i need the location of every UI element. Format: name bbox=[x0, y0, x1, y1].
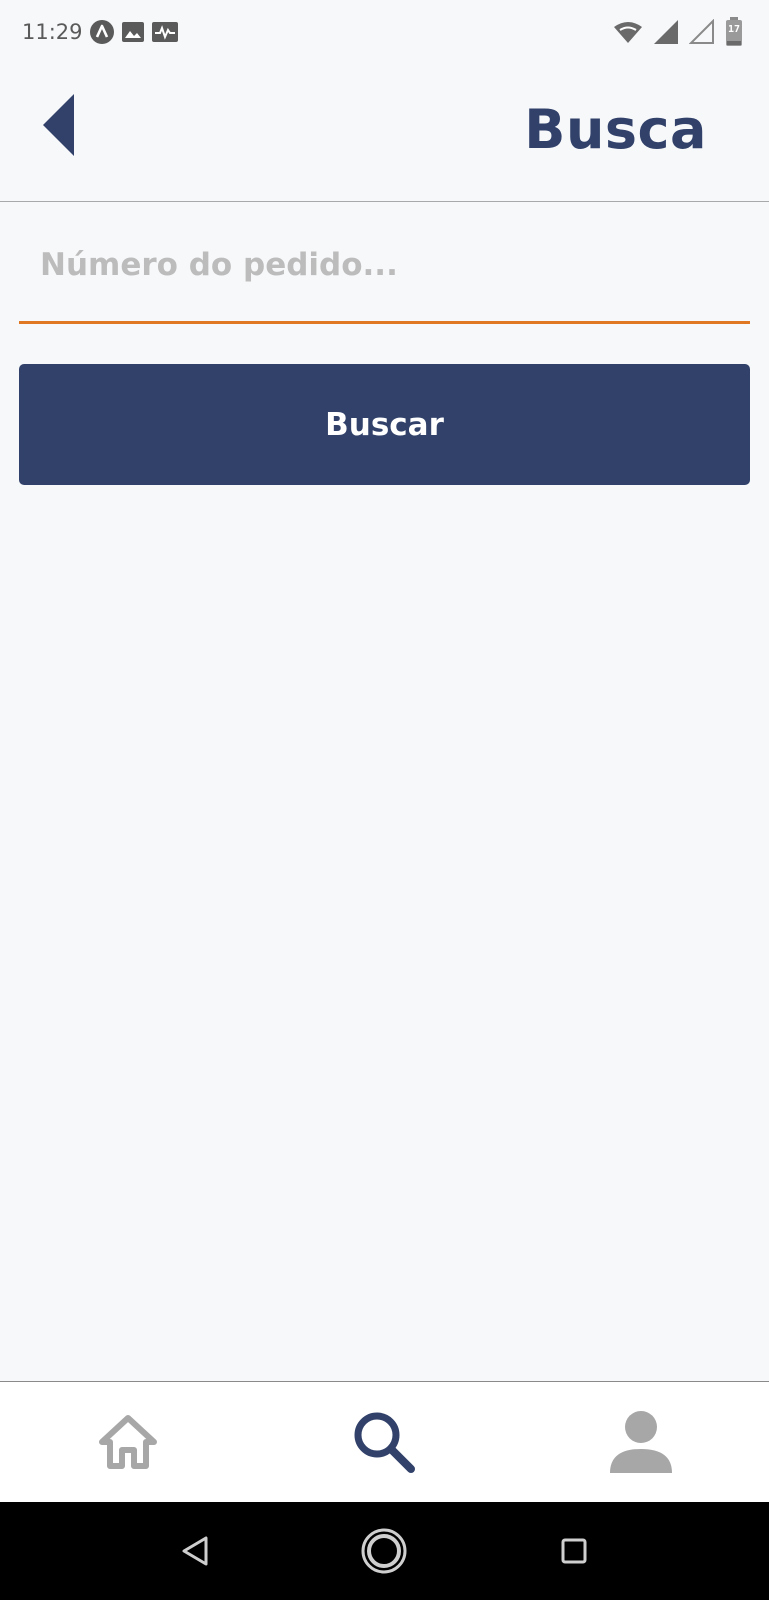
nav-item-search[interactable] bbox=[324, 1392, 444, 1492]
signal-icon bbox=[654, 20, 678, 44]
bottom-nav bbox=[0, 1381, 769, 1502]
back-button[interactable] bbox=[38, 92, 82, 158]
status-time: 11:29 bbox=[22, 20, 83, 44]
system-back-button[interactable] bbox=[155, 1511, 235, 1591]
system-back-icon bbox=[182, 1536, 208, 1566]
status-bar: 11:29 17 bbox=[0, 0, 769, 64]
search-icon bbox=[354, 1412, 416, 1473]
system-recents-button[interactable] bbox=[534, 1511, 614, 1591]
app-header: Busca bbox=[0, 64, 769, 202]
system-home-button[interactable] bbox=[344, 1511, 424, 1591]
status-notification-icons bbox=[89, 19, 179, 45]
system-recents-icon bbox=[561, 1538, 587, 1564]
home-icon bbox=[99, 1415, 158, 1469]
back-arrow-icon bbox=[43, 94, 74, 156]
status-system-icons: 17 bbox=[613, 17, 743, 47]
order-number-input[interactable] bbox=[19, 226, 750, 324]
signal-empty-icon bbox=[689, 19, 714, 44]
status-left: 11:29 bbox=[22, 19, 179, 45]
battery-level: 17 bbox=[727, 24, 741, 35]
system-nav-bar bbox=[0, 1502, 769, 1600]
activity-icon bbox=[151, 22, 178, 42]
app-notification-icon bbox=[89, 20, 114, 44]
nav-item-profile[interactable] bbox=[581, 1392, 701, 1492]
battery-icon: 17 bbox=[725, 17, 743, 47]
page-title: Busca bbox=[524, 98, 707, 161]
search-button[interactable]: Buscar bbox=[19, 364, 750, 485]
image-icon bbox=[121, 22, 144, 42]
system-home-icon bbox=[361, 1528, 407, 1574]
nav-item-home[interactable] bbox=[68, 1392, 188, 1492]
wifi-icon bbox=[614, 22, 642, 43]
search-button-label: Buscar bbox=[325, 406, 444, 443]
profile-icon bbox=[609, 1411, 672, 1473]
search-screen: 11:29 17 Busca Número do pedido... Busca… bbox=[0, 0, 769, 1600]
